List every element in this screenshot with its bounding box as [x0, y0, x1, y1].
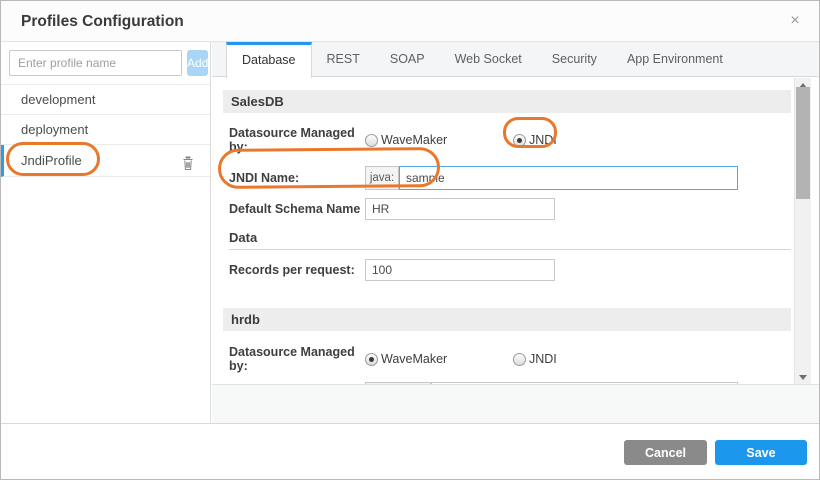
records-row: Records per request:: [229, 259, 791, 281]
scroll-down-icon[interactable]: [795, 370, 811, 384]
records-label: Records per request:: [229, 263, 365, 277]
radio-icon[interactable]: [513, 134, 526, 147]
close-icon[interactable]: ×: [785, 11, 805, 31]
radio-label: WaveMaker: [381, 133, 447, 147]
radio-icon[interactable]: [365, 134, 378, 147]
radio-icon[interactable]: [513, 353, 526, 366]
tab-web-socket[interactable]: Web Socket: [440, 42, 537, 76]
hrdb-section-header: hrdb: [223, 308, 791, 331]
radio-label: JNDI: [529, 133, 557, 147]
schema-input[interactable]: [365, 198, 555, 220]
tab-soap[interactable]: SOAP: [375, 42, 440, 76]
jndi-name-group: java:: [365, 166, 738, 190]
profile-settings-panel: Database REST SOAP Web Socket Security A…: [212, 42, 820, 424]
profile-item-deployment[interactable]: deployment: [1, 115, 210, 145]
profile-item-jndiprofile[interactable]: JndiProfile: [1, 145, 210, 177]
hrdb-managed-by-row: Datasource Managed by: WaveMaker JNDI: [229, 345, 791, 373]
tab-security[interactable]: Security: [537, 42, 612, 76]
profile-item-label: deployment: [21, 122, 88, 137]
settings-tabbar: Database REST SOAP Web Socket Security A…: [212, 42, 820, 77]
tab-app-environment[interactable]: App Environment: [612, 42, 738, 76]
delete-profile-icon[interactable]: [180, 152, 196, 169]
add-profile-button[interactable]: Add: [187, 50, 208, 76]
profile-item-label: JndiProfile: [21, 153, 82, 168]
tab-database[interactable]: Database: [226, 42, 312, 78]
profile-name-input[interactable]: [9, 50, 182, 76]
tab-rest[interactable]: REST: [312, 42, 375, 76]
vertical-scrollbar[interactable]: [794, 78, 811, 384]
managed-by-label: Datasource Managed by:: [229, 126, 365, 154]
profile-item-development[interactable]: development: [1, 85, 210, 115]
dialog-title: Profiles Configuration: [21, 1, 184, 42]
radio-label: JNDI: [529, 352, 557, 366]
jndi-name-input[interactable]: [399, 166, 738, 190]
schema-row: Default Schema Name: [229, 198, 791, 220]
jndi-prefix: java:: [365, 166, 399, 190]
database-tab-content: SalesDB Datasource Managed by: WaveMaker…: [212, 78, 820, 384]
salesdb-jndi-option[interactable]: JNDI: [513, 133, 557, 147]
managed-by-label: Datasource Managed by:: [229, 345, 365, 373]
data-section-header: Data: [229, 230, 791, 250]
salesdb-section-header: SalesDB: [223, 90, 791, 113]
hrdb-jndi-option[interactable]: JNDI: [513, 352, 557, 366]
database-form: SalesDB Datasource Managed by: WaveMaker…: [212, 78, 793, 384]
tab-panel-footer: [212, 384, 820, 424]
radio-label: WaveMaker: [381, 352, 447, 366]
jndi-name-row: JNDI Name: java:: [229, 166, 791, 190]
profile-add-row: Add: [1, 42, 210, 85]
jndi-name-label: JNDI Name:: [229, 171, 365, 185]
hrdb-wavemaker-option[interactable]: WaveMaker: [365, 352, 513, 366]
dialog-footer: Cancel Save: [1, 423, 820, 480]
profile-item-label: development: [21, 92, 95, 107]
save-button[interactable]: Save: [715, 440, 807, 465]
schema-label: Default Schema Name: [229, 202, 365, 216]
scrollbar-thumb[interactable]: [796, 87, 810, 199]
profiles-configuration-dialog: Profiles Configuration × Add development…: [0, 0, 820, 480]
cancel-button[interactable]: Cancel: [624, 440, 707, 465]
records-input[interactable]: [365, 259, 555, 281]
salesdb-wavemaker-option[interactable]: WaveMaker: [365, 133, 513, 147]
radio-icon[interactable]: [365, 353, 378, 366]
salesdb-managed-by-row: Datasource Managed by: WaveMaker JNDI: [229, 126, 791, 154]
dialog-header: Profiles Configuration ×: [1, 1, 820, 42]
profiles-sidebar: Add development deployment JndiProfile: [1, 42, 211, 423]
